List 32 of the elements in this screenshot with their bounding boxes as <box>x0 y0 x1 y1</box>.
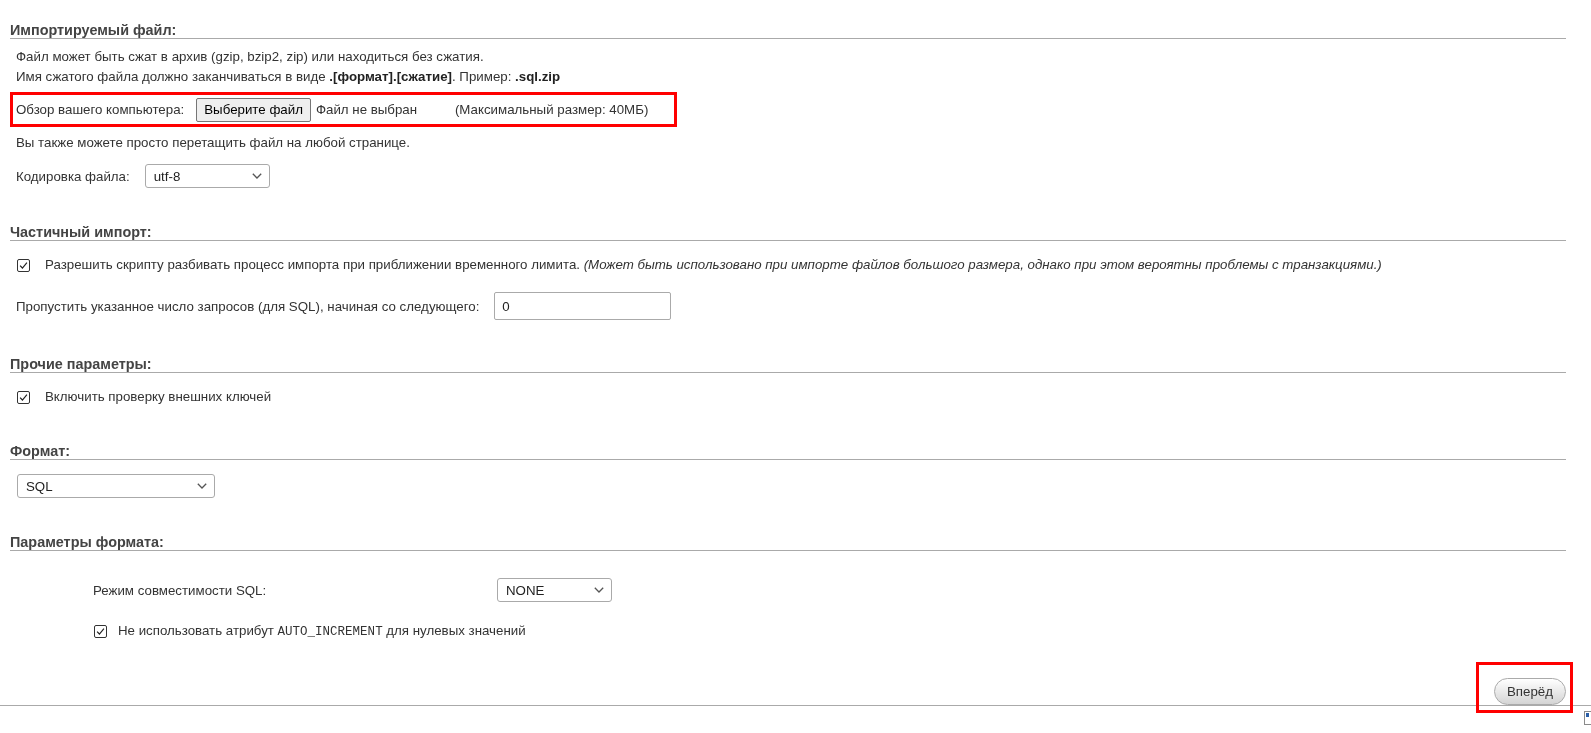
dropdown[interactable]: SQL <box>17 474 215 498</box>
max-size-note: (Максимальный размер: 40МБ) <box>454 102 649 117</box>
section-heading: Прочие параметры: <box>10 356 152 372</box>
chevron-down-icon <box>251 173 262 179</box>
checkbox[interactable] <box>94 625 107 638</box>
help-text: Файл может быть сжат в архив (gzip, bzip2, zip) или находиться без сжатия. <box>16 48 485 66</box>
checkbox-label: Включить проверку внешних ключей <box>45 388 272 406</box>
checkbox-label: Разрешить скрипту разбивать процесс импорта при приближении временного лимита. (Может быть использовано при импорте файлов большого размера, однако при этом вероятны проблемы с транзакциями.) <box>45 256 1382 274</box>
help-text: Вы также можете просто перетащить файл на любой странице. <box>16 134 411 152</box>
section-heading: Частичный импорт: <box>10 224 152 240</box>
dropdown[interactable]: NONE <box>497 578 612 602</box>
dropdown[interactable]: utf-8 <box>144 164 270 188</box>
section-heading: Формат: <box>10 443 70 459</box>
section-heading: Импортируемый файл: <box>10 22 177 38</box>
choose-file-button[interactable]: Выберите файл <box>196 97 311 122</box>
file-field-label: Обзор вашего компьютера: <box>16 102 185 117</box>
field-label: Пропустить указанное число запросов (для SQL), начиная со следующего: <box>16 298 480 314</box>
help-text: Имя сжатого файла должно заканчиваться в виде .[формат].[сжатие]. Пример: .sql.zip <box>16 68 562 86</box>
next-button[interactable]: Вперёд <box>1494 678 1566 705</box>
field-label: Кодировка файла: <box>16 168 130 184</box>
checkmark-icon <box>19 392 28 402</box>
checkmark-icon <box>96 627 105 636</box>
input-field[interactable]: 0 <box>494 292 672 320</box>
file-status-text: Файл не выбран <box>315 102 419 117</box>
chevron-down-icon <box>594 587 604 593</box>
checkmark-icon <box>19 260 28 270</box>
section-heading: Параметры формата: <box>10 534 164 550</box>
field-label: Режим совместимости SQL: <box>93 582 268 598</box>
checkbox[interactable] <box>17 390 30 404</box>
checkbox-label: Не использовать атрибут AUTO_INCREMENT для нулевых значений <box>118 622 526 641</box>
chevron-down-icon <box>197 483 207 489</box>
checkbox[interactable] <box>17 258 30 272</box>
